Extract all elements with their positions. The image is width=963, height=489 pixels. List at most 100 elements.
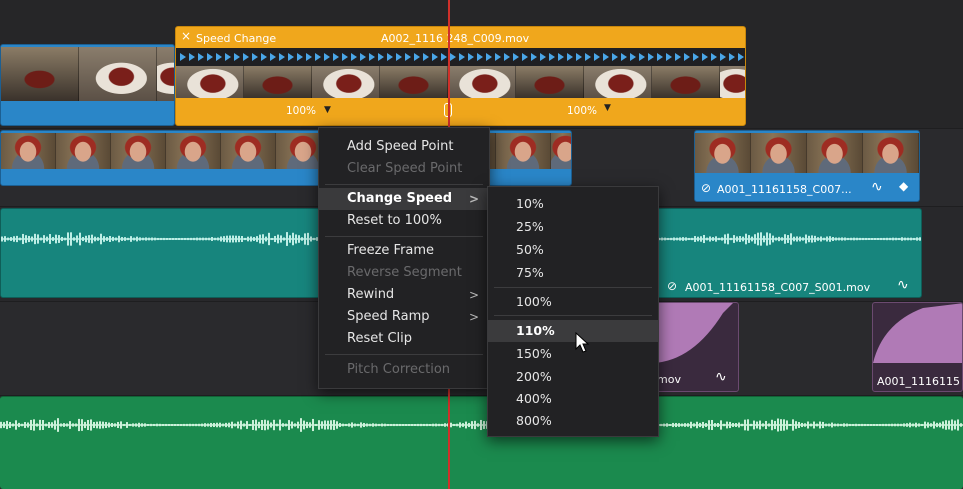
menu-separator <box>325 184 483 185</box>
speed-option[interactable]: 75% <box>488 262 658 284</box>
clip-thumbnail <box>56 133 111 169</box>
menu-item-reset-clip[interactable]: Reset Clip <box>319 328 489 350</box>
speed-value-right[interactable]: 100% <box>567 105 597 117</box>
keyframe-diamond-icon[interactable]: ◆ <box>899 179 908 193</box>
speed-arrows-strip <box>176 48 745 66</box>
menu-separator <box>325 236 483 237</box>
menu-item-change-speed[interactable]: Change Speed > <box>319 188 489 210</box>
speed-option[interactable]: 25% <box>488 216 658 238</box>
menu-item-label: Reset to 100% <box>347 213 442 228</box>
clip-thumbnail <box>221 133 276 169</box>
clip-thumbnail <box>380 66 448 98</box>
clip-name: mov <box>657 373 681 386</box>
speed-value-left[interactable]: 100% <box>286 105 316 117</box>
speed-option[interactable]: 10% <box>488 193 658 215</box>
menu-item-reset-to-100[interactable]: Reset to 100% <box>319 210 489 232</box>
mouse-cursor-icon <box>575 332 590 353</box>
menu-item-clear-speed-point: Clear Speed Point <box>319 158 489 180</box>
clip-name: A001_11161158_C007... <box>717 183 852 196</box>
chevron-right-icon: > <box>468 288 479 302</box>
speed-option[interactable]: 400% <box>488 388 658 410</box>
speed-option-label: 25% <box>516 219 544 234</box>
chevron-right-icon: > <box>468 192 479 206</box>
speed-option-label: 50% <box>516 242 544 257</box>
menu-item-label: Freeze Frame <box>347 243 435 258</box>
speed-option-label: 110% <box>516 323 555 338</box>
clip-filename: A002_1116 248_C009.mov <box>381 32 530 45</box>
video-clip-v2-left[interactable] <box>0 44 175 126</box>
close-icon[interactable]: × <box>181 29 191 43</box>
speed-option-label: 10% <box>516 196 544 211</box>
clip-thumbnail <box>79 47 157 101</box>
audio-clip-a3[interactable] <box>0 396 963 489</box>
speed-option[interactable]: 150% <box>488 343 658 365</box>
menu-separator <box>494 315 652 316</box>
speed-option-label: 150% <box>516 346 552 361</box>
speed-option-label: 75% <box>516 265 544 280</box>
speed-option-label: 200% <box>516 369 552 384</box>
clip-name: A001_11161158_C007_S001.mov <box>685 281 871 294</box>
menu-separator <box>494 287 652 288</box>
link-icon: ⊘ <box>667 279 678 293</box>
clip-thumbnail <box>1 47 79 101</box>
speed-option-label: 100% <box>516 294 552 309</box>
menu-item-label: Add Speed Point <box>347 139 454 154</box>
menu-item-label: Clear Speed Point <box>347 161 463 176</box>
clip-thumbnail <box>551 133 571 169</box>
video-clip-v1-right[interactable]: ⊘ A001_11161158_C007... ∿ ◆ <box>694 130 920 202</box>
speed-change-clip[interactable]: × Speed Change A002_1116 248_C009.mov 10… <box>175 26 746 126</box>
clip-name: A001_1116115 <box>877 375 961 388</box>
clip-thumbnail <box>111 133 166 169</box>
speed-option[interactable]: 50% <box>488 239 658 261</box>
context-menu: Add Speed Point Clear Speed Point Change… <box>318 127 490 389</box>
speed-arrows <box>180 53 744 61</box>
timeline: × Speed Change A002_1116 248_C009.mov 10… <box>0 0 963 489</box>
speed-option[interactable]: 100% <box>488 291 658 313</box>
menu-item-reverse-segment: Reverse Segment <box>319 262 489 284</box>
clip-thumbnail <box>496 133 551 169</box>
clip-thumbnail <box>516 66 584 98</box>
link-icon: ⊘ <box>701 181 712 195</box>
clip-thumbnail <box>166 133 221 169</box>
menu-separator <box>325 354 483 355</box>
menu-item-rewind[interactable]: Rewind > <box>319 284 489 306</box>
chevron-down-icon[interactable]: ▼ <box>604 103 611 113</box>
clip-thumbnail <box>176 66 244 98</box>
clip-thumbnail <box>157 47 174 101</box>
curve-icon[interactable]: ∿ <box>871 179 883 195</box>
clip-thumbnail <box>448 66 516 98</box>
menu-item-label: Speed Ramp <box>347 309 430 324</box>
speed-option[interactable]: 800% <box>488 410 658 432</box>
menu-item-speed-ramp[interactable]: Speed Ramp > <box>319 306 489 328</box>
audio-waveform <box>0 418 963 432</box>
audio-clip-a2-left[interactable]: mov ∿ <box>652 302 739 392</box>
clip-thumbnail <box>863 133 919 173</box>
clip-thumbnail <box>720 66 745 98</box>
menu-item-label: Pitch Correction <box>347 362 451 377</box>
menu-item-add-speed-point[interactable]: Add Speed Point <box>319 136 489 158</box>
clip-thumbnail <box>695 133 751 173</box>
audio-clip-a2-right[interactable]: A001_1116115 <box>872 302 963 392</box>
curve-icon[interactable]: ∿ <box>897 277 909 293</box>
clip-thumbnail <box>1 133 56 169</box>
menu-item-label: Reverse Segment <box>347 265 462 280</box>
menu-item-freeze-frame[interactable]: Freeze Frame <box>319 240 489 262</box>
clip-thumbnail <box>751 133 807 173</box>
clip-thumbnail <box>652 66 720 98</box>
change-speed-submenu: 10% 25% 50% 75% 100% 110% 150% 200% 400%… <box>487 186 659 437</box>
clip-thumbnail <box>807 133 863 173</box>
chevron-down-icon[interactable]: ▼ <box>324 105 331 115</box>
speed-option-highlighted[interactable]: 110% <box>488 320 658 342</box>
speed-option[interactable]: 200% <box>488 366 658 388</box>
menu-item-label: Change Speed <box>347 191 453 206</box>
curve-icon[interactable]: ∿ <box>715 369 727 385</box>
speed-option-label: 800% <box>516 413 552 428</box>
clip-thumbnail <box>312 66 380 98</box>
chevron-right-icon: > <box>468 310 479 324</box>
speed-option-label: 400% <box>516 391 552 406</box>
menu-item-label: Reset Clip <box>347 331 412 346</box>
clip-thumbnail <box>584 66 652 98</box>
speed-change-label: Speed Change <box>196 32 277 45</box>
menu-item-label: Rewind <box>347 287 395 302</box>
menu-item-pitch-correction: Pitch Correction <box>319 359 489 381</box>
